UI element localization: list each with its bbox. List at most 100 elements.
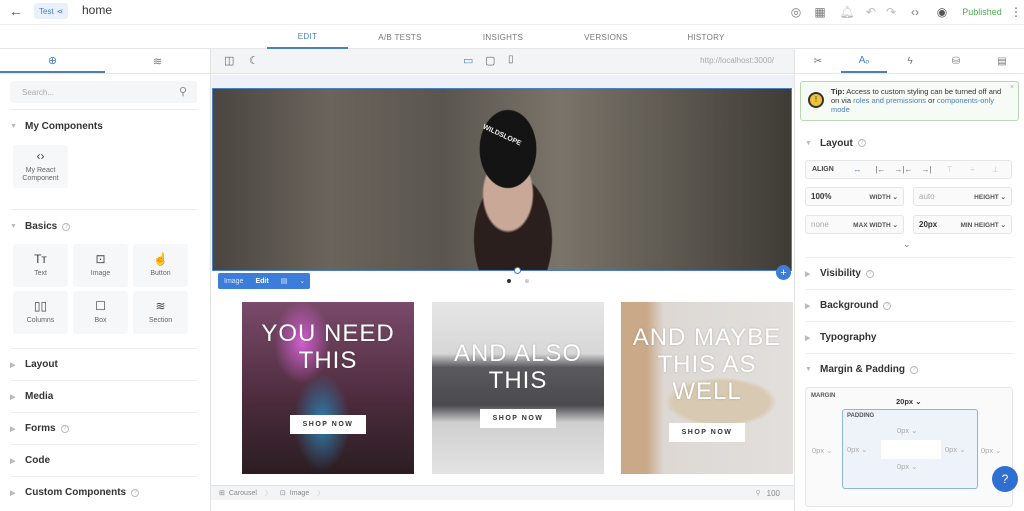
columns-view-icon[interactable]: ◫	[224, 54, 234, 67]
help-button[interactable]: ?	[992, 466, 1018, 492]
chevron-down-icon[interactable]: ⌄	[293, 277, 311, 285]
resize-handle[interactable]	[514, 267, 521, 274]
shop-now-button[interactable]: SHOP NOW	[668, 423, 746, 442]
max-width-field[interactable]: none MAX WIDTH ⌄	[805, 215, 904, 234]
section-layout[interactable]: ▶ Layout	[10, 348, 198, 380]
help-icon[interactable]: ?	[131, 488, 140, 497]
back-arrow-icon[interactable]: ←	[9, 3, 23, 19]
tab-ab-tests[interactable]: A/B TESTS	[360, 25, 440, 49]
padding-left-text: 0px	[847, 445, 860, 454]
margin-left-value[interactable]: 0px ⌄	[812, 446, 832, 455]
height-field[interactable]: auto HEIGHT ⌄	[913, 187, 1012, 206]
carousel-dot-active[interactable]	[507, 279, 511, 283]
breadcrumb-image[interactable]: Image	[290, 490, 309, 497]
badge-label: Test	[39, 6, 54, 16]
bell-icon[interactable]: 🔔︎	[832, 5, 862, 19]
section-my-components[interactable]: ▼ My Components	[10, 109, 198, 143]
padding-left-value[interactable]: 0px ⌄	[847, 445, 867, 454]
component-section[interactable]: ≋ Section	[133, 291, 188, 334]
tablet-icon[interactable]: ▢	[485, 54, 495, 67]
padding-right-value[interactable]: 0px ⌄	[945, 445, 965, 454]
test-badge[interactable]: Test ⋖	[34, 3, 69, 19]
target-icon[interactable]: ◎	[784, 5, 808, 19]
tab-insights[interactable]: INSIGHTS	[463, 25, 543, 49]
help-icon[interactable]: ?	[62, 222, 71, 231]
tab-comments[interactable]: ▤	[979, 49, 1024, 73]
roles-permissions-link[interactable]: roles and premissions	[853, 96, 926, 105]
margin-top-value[interactable]: 20px ⌄	[896, 397, 921, 406]
tab-tools[interactable]: ✂	[795, 49, 841, 73]
help-icon[interactable]: ?	[910, 365, 918, 374]
section-layout[interactable]: ▼ Layout?	[805, 133, 1013, 153]
calendar-icon[interactable]: ▦	[808, 5, 832, 19]
desktop-icon[interactable]: ▭	[463, 54, 473, 67]
component-button[interactable]: ☝ Button	[133, 244, 188, 287]
padding-top-value[interactable]: 0px ⌄	[897, 426, 917, 435]
component-columns[interactable]: ▯▯ Columns	[13, 291, 68, 334]
align-center-icon[interactable]: →|←	[892, 165, 915, 174]
breadcrumb-carousel[interactable]: Carousel	[229, 490, 257, 497]
section-margin-padding[interactable]: ▼ Margin & Padding?	[805, 353, 1013, 385]
tab-versions[interactable]: VERSIONS	[566, 25, 646, 49]
tab-edit[interactable]: EDIT	[267, 25, 348, 49]
expand-chevron-icon[interactable]: ⌄	[903, 239, 911, 250]
help-icon[interactable]: ?	[60, 424, 69, 433]
close-icon[interactable]: ×	[1010, 83, 1014, 92]
width-field[interactable]: 100% WIDTH ⌄	[805, 187, 904, 206]
help-icon[interactable]: ?	[857, 139, 866, 147]
padding-bottom-value[interactable]: 0px ⌄	[897, 462, 917, 471]
tab-data[interactable]: ⛁	[933, 49, 979, 73]
tab-actions[interactable]: ϟ	[887, 49, 933, 73]
align-left-icon[interactable]: |←	[869, 165, 892, 174]
code-icon[interactable]: ‹›	[902, 5, 928, 19]
carousel-dot[interactable]	[525, 279, 529, 283]
comment-icon[interactable]: ▤	[275, 277, 294, 285]
shop-now-button[interactable]: SHOP NOW	[479, 409, 557, 428]
align-middle-icon[interactable]: ÷	[961, 165, 984, 174]
section-typography[interactable]: ▶ Typography	[805, 321, 1013, 353]
shop-now-button[interactable]: SHOP NOW	[289, 415, 367, 434]
component-box[interactable]: ☐ Box	[73, 291, 128, 334]
align-bottom-icon[interactable]: ⊥	[984, 165, 1007, 174]
product-card[interactable]: YOU NEED THIS SHOP NOW	[242, 302, 414, 474]
redo-icon[interactable]: ↷	[880, 5, 902, 19]
help-icon[interactable]: ?	[883, 301, 892, 310]
preview-url[interactable]: http://localhost:3000/	[700, 56, 774, 65]
align-stretch-icon[interactable]: ↔	[846, 165, 869, 174]
min-height-field[interactable]: 20px MIN HEIGHT ⌄	[913, 215, 1012, 234]
more-vertical-icon[interactable]: ⋮	[1008, 5, 1024, 19]
zoom-level[interactable]: 100	[767, 489, 780, 498]
component-image[interactable]: ⊡ Image	[73, 244, 128, 287]
tab-style[interactable]: Aₒ	[841, 49, 887, 73]
section-code[interactable]: ▶ Code	[10, 444, 198, 476]
component-my-react-component[interactable]: ‹› My React Component	[13, 145, 68, 188]
product-card[interactable]: AND ALSO THIS SHOP NOW	[432, 302, 604, 474]
section-custom-components[interactable]: ▶ Custom Components?	[10, 476, 198, 508]
margin-right-value[interactable]: 0px ⌄	[981, 446, 1001, 455]
add-block-button[interactable]: +	[776, 265, 791, 280]
moon-icon[interactable]: ☾	[249, 54, 259, 67]
section-visibility[interactable]: ▶ Visibility?	[805, 257, 1013, 289]
tab-add-components[interactable]: ⊕	[0, 49, 105, 73]
align-right-icon[interactable]: →|	[915, 165, 938, 174]
section-media[interactable]: ▶ Media	[10, 380, 198, 412]
section-background[interactable]: ▶ Background?	[805, 289, 1013, 321]
caret-down-icon: ▼	[10, 223, 17, 230]
help-icon[interactable]: ?	[865, 269, 874, 278]
published-status[interactable]: Published	[956, 7, 1008, 17]
align-top-icon[interactable]: ⊤	[938, 165, 961, 174]
undo-icon[interactable]: ↶	[862, 5, 880, 19]
edit-button[interactable]: Edit	[249, 278, 274, 285]
section-basics[interactable]: ▼ Basics?	[10, 209, 198, 243]
section-forms[interactable]: ▶ Forms?	[10, 412, 198, 444]
search-input[interactable]: Search... ⚲	[10, 81, 197, 103]
mobile-icon[interactable]: ▯	[508, 54, 514, 65]
tab-history[interactable]: HISTORY	[666, 25, 746, 49]
card-title: YOU NEED THIS	[261, 320, 395, 374]
eye-icon[interactable]: ◉	[928, 5, 956, 19]
breadcrumb-separator-icon: 〉	[317, 490, 325, 497]
tab-layers[interactable]: ≋	[105, 49, 210, 73]
hero-image[interactable]: WILDSLOPE	[212, 88, 792, 271]
product-card[interactable]: AND MAYBE THIS AS WELL SHOP NOW	[621, 302, 793, 474]
component-text[interactable]: Tт Text	[13, 244, 68, 287]
